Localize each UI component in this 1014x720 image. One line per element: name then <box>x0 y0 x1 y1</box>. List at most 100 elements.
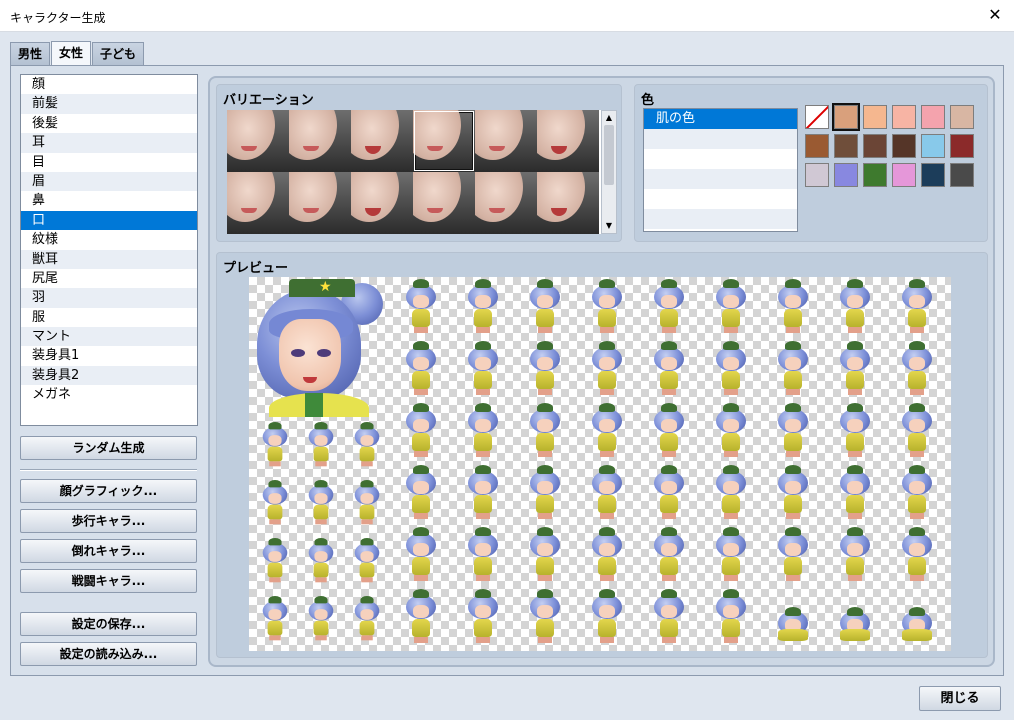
character-sprite <box>835 465 875 521</box>
random-generate-button[interactable]: ランダム生成 <box>20 436 197 460</box>
tab-child[interactable]: 子ども <box>92 42 145 66</box>
character-sprite <box>835 279 875 335</box>
star-icon: ★ <box>319 279 332 295</box>
character-sprite <box>711 527 751 583</box>
character-sprite <box>351 480 384 526</box>
variation-thumbnail[interactable] <box>351 110 413 172</box>
parts-list-item[interactable]: 耳 <box>21 133 197 153</box>
parts-list-item[interactable]: 羽 <box>21 288 197 308</box>
character-sprite <box>351 596 384 642</box>
character-sprite <box>773 403 813 459</box>
variation-thumbnail[interactable] <box>227 110 289 172</box>
color-swatch[interactable] <box>950 105 974 129</box>
character-sprite <box>305 480 338 526</box>
color-swatch[interactable] <box>834 134 858 158</box>
character-sprite <box>525 403 565 459</box>
variation-scrollbar[interactable]: ▲ ▼ <box>601 110 617 234</box>
character-sprite <box>649 341 689 397</box>
scroll-thumb[interactable] <box>604 125 614 185</box>
variation-thumbnail[interactable] <box>289 172 351 234</box>
color-swatch[interactable] <box>950 163 974 187</box>
color-swatch[interactable] <box>921 105 945 129</box>
variation-group: バリエーション ▲ ▼ <box>216 84 622 242</box>
character-sprite <box>525 589 565 645</box>
separator <box>20 469 197 471</box>
character-sprite <box>305 596 338 642</box>
parts-list-item[interactable]: 目 <box>21 153 197 172</box>
no-color-swatch[interactable] <box>805 105 829 129</box>
color-target-item[interactable]: 肌の色 <box>644 109 797 129</box>
variation-thumbnail[interactable] <box>537 110 599 172</box>
character-sprite <box>773 341 813 397</box>
parts-list-item[interactable]: 顔 <box>21 75 197 94</box>
character-sprite <box>463 279 503 335</box>
variation-thumbnail[interactable] <box>351 172 413 234</box>
face-graphic-button[interactable]: 顔グラフィック... <box>20 479 197 503</box>
variation-thumbnail[interactable] <box>537 172 599 234</box>
character-sprite <box>351 538 384 584</box>
parts-list-item[interactable]: 後髪 <box>21 114 197 133</box>
color-target-item <box>644 209 797 229</box>
color-swatch[interactable] <box>921 134 945 158</box>
variation-thumbnail[interactable] <box>227 172 289 234</box>
character-sprite <box>525 527 565 583</box>
character-sprite <box>587 341 627 397</box>
character-sprite <box>525 341 565 397</box>
color-target-item <box>644 149 797 169</box>
parts-list-item[interactable]: マント <box>21 327 197 347</box>
color-target-list[interactable]: 肌の色 <box>643 108 798 232</box>
parts-list-item[interactable]: 眉 <box>21 171 197 192</box>
parts-list-item[interactable]: 装身具2 <box>21 365 197 386</box>
variation-thumbnail[interactable] <box>475 172 537 234</box>
parts-list-item[interactable]: 口 <box>21 210 197 231</box>
parts-list-item[interactable]: 装身具1 <box>21 346 197 365</box>
character-sprite <box>649 527 689 583</box>
parts-list-item[interactable]: メガネ <box>21 385 197 404</box>
character-sprite <box>587 589 627 645</box>
load-settings-button[interactable]: 設定の読み込み... <box>20 642 197 666</box>
character-sprite <box>463 527 503 583</box>
parts-list-item[interactable]: 獣耳 <box>21 249 197 269</box>
editor-frame: バリエーション ▲ ▼ 色 肌の色 プレビュー ★ <box>208 76 995 667</box>
color-swatch[interactable] <box>921 163 945 187</box>
parts-list[interactable]: 顔前髪 後髪耳目眉鼻口紋様 獣耳 尻尾羽服マント 装身具1 装身具2 メガネ <box>20 74 198 426</box>
character-sprite <box>649 403 689 459</box>
variation-thumbnail[interactable] <box>475 110 537 172</box>
walk-chara-button[interactable]: 歩行キャラ... <box>20 509 197 533</box>
parts-list-item[interactable]: 尻尾 <box>21 269 197 288</box>
color-swatch[interactable] <box>950 134 974 158</box>
save-settings-button[interactable]: 設定の保存... <box>20 612 197 636</box>
color-swatch[interactable] <box>892 163 916 187</box>
tab-male[interactable]: 男性 <box>10 42 51 66</box>
color-swatch[interactable] <box>805 134 829 158</box>
color-swatch[interactable] <box>892 134 916 158</box>
color-swatch[interactable] <box>832 103 860 131</box>
variation-thumbnail[interactable] <box>413 172 475 234</box>
color-swatch[interactable] <box>834 163 858 187</box>
close-button[interactable]: 閉じる <box>919 686 1001 711</box>
character-sprite <box>587 279 627 335</box>
parts-list-item[interactable]: 鼻 <box>21 191 197 210</box>
variation-thumbnail[interactable] <box>413 110 475 172</box>
variation-thumbnail[interactable] <box>289 110 351 172</box>
close-icon[interactable]: ✕ <box>986 6 1004 24</box>
character-sprite <box>259 422 292 468</box>
color-swatch[interactable] <box>863 105 887 129</box>
character-sprite <box>897 279 937 335</box>
battle-chara-button[interactable]: 戦闘キャラ... <box>20 569 197 593</box>
scroll-up-icon[interactable]: ▲ <box>602 111 616 125</box>
color-swatch[interactable] <box>892 105 916 129</box>
color-swatch[interactable] <box>863 134 887 158</box>
parts-list-item[interactable]: 紋様 <box>21 230 197 249</box>
tab-female[interactable]: 女性 <box>51 41 92 66</box>
character-sprite <box>259 480 292 526</box>
parts-list-item[interactable]: 服 <box>21 308 197 327</box>
variation-grid <box>227 110 601 234</box>
scroll-down-icon[interactable]: ▼ <box>602 219 616 233</box>
color-swatch[interactable] <box>805 163 829 187</box>
color-swatch[interactable] <box>863 163 887 187</box>
parts-list-item[interactable]: 前髪 <box>21 94 197 114</box>
down-chara-button[interactable]: 倒れキャラ... <box>20 539 197 563</box>
color-group: 色 肌の色 <box>634 84 988 242</box>
character-sprite <box>897 341 937 397</box>
